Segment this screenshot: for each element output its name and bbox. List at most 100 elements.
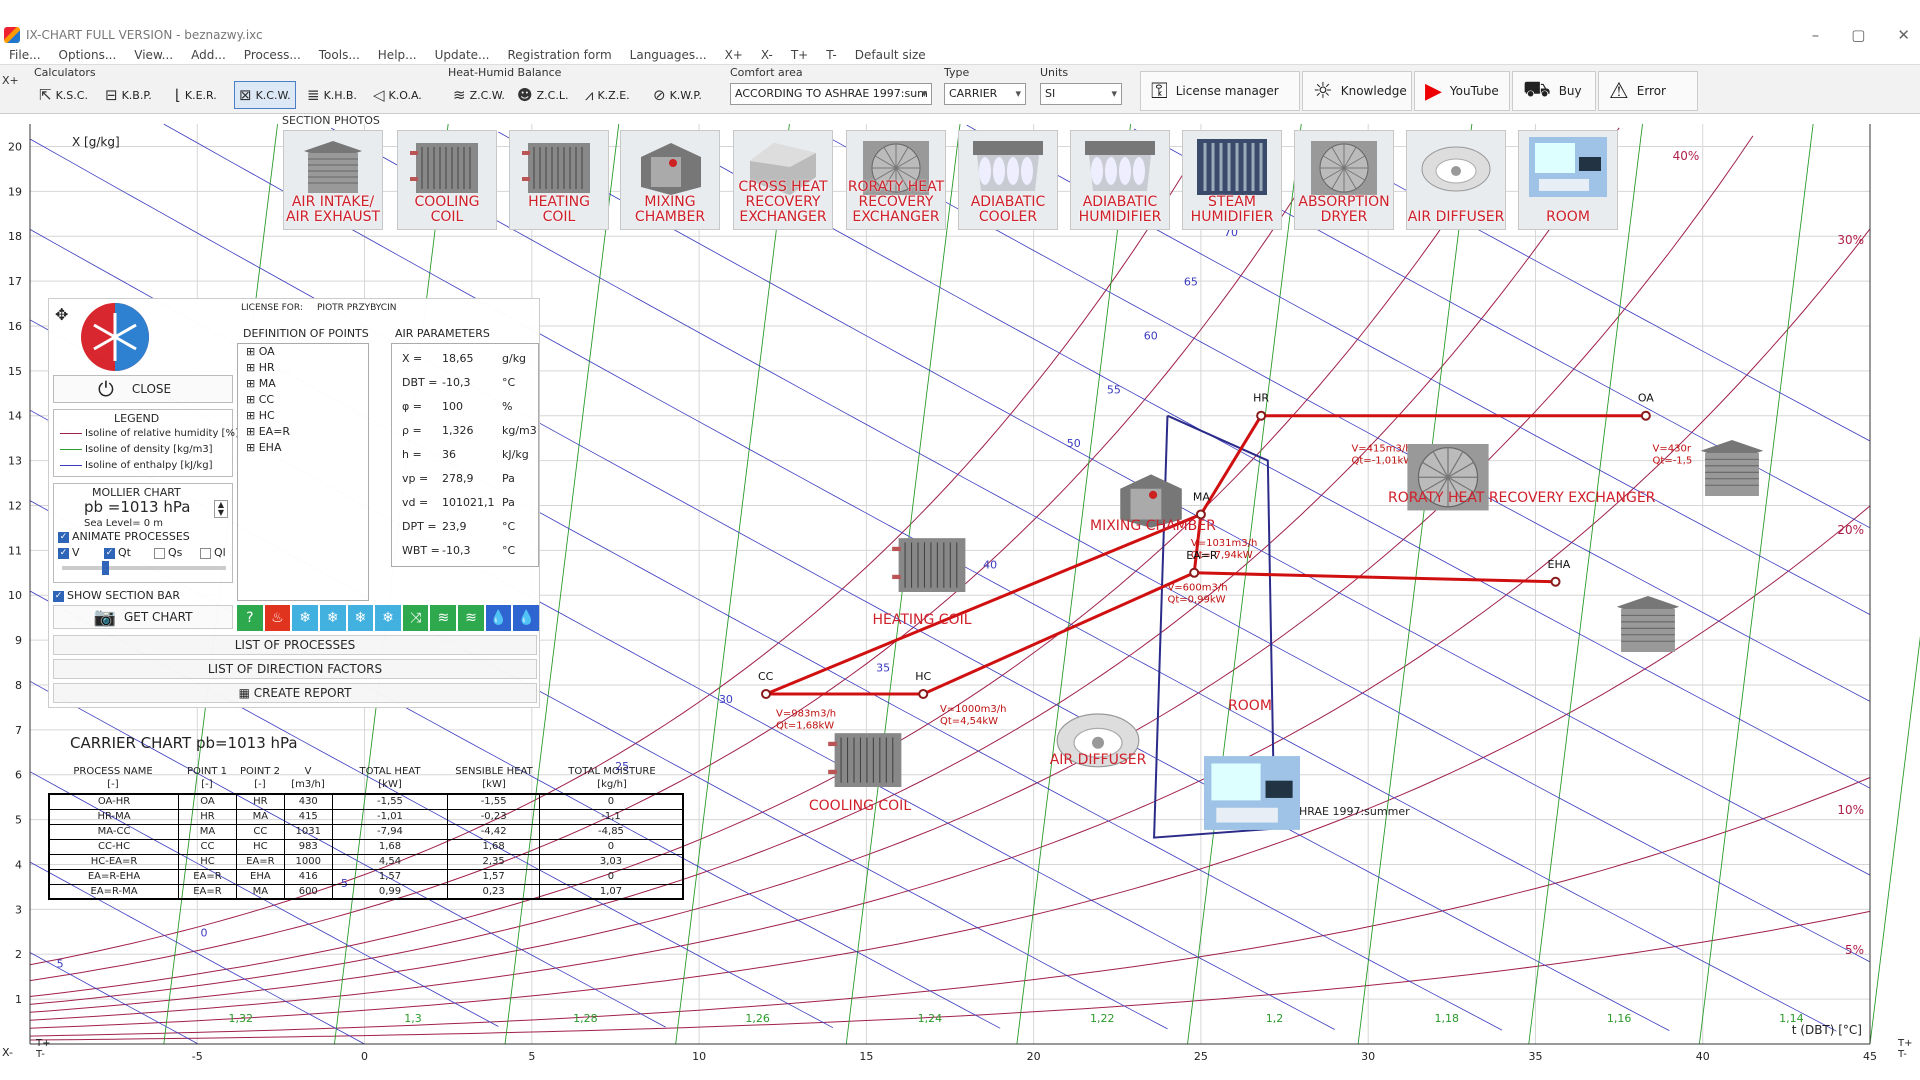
menu-x-plus[interactable]: X+	[716, 46, 752, 64]
youtube-button[interactable]: ▶ YouTube	[1414, 71, 1510, 111]
wave-icon[interactable]: ≋	[430, 605, 457, 631]
tree-item[interactable]: ⊞ MA	[238, 376, 368, 392]
section-photo-2[interactable]: COOLING COIL	[397, 130, 497, 230]
section-photo-8[interactable]: ADIABATIC HUMIDIFIER	[1070, 130, 1170, 230]
heat-zcw-button[interactable]: ≋ Z.C.W.	[448, 81, 510, 109]
corner-t-right-icon[interactable]: T+ T-	[1898, 1038, 1913, 1060]
menu-update[interactable]: Update...	[426, 46, 499, 64]
state-point-cc[interactable]	[761, 688, 771, 699]
menu-registration[interactable]: Registration form	[499, 46, 621, 64]
section-photo-1[interactable]: AIR INTAKE/ AIR EXHAUST	[283, 130, 383, 230]
tree-item[interactable]: ⊞ EHA	[238, 440, 368, 456]
section-photo-10[interactable]: ABSORPTION DRYER	[1294, 130, 1394, 230]
snowflake-icon[interactable]: ❄	[347, 605, 374, 631]
ql-checkbox[interactable]: ✓ Ql	[200, 546, 226, 559]
qs-checkbox[interactable]: ✓ Qs	[154, 546, 182, 559]
section-photo-6[interactable]: RORATY HEAT RECOVERY EXCHANGER	[846, 130, 946, 230]
menu-file[interactable]: File...	[0, 46, 50, 64]
animate-checkbox[interactable]: ✓ ANIMATE PROCESSES	[58, 530, 190, 543]
qt-checkbox[interactable]: ✓ Qt	[104, 546, 131, 559]
droplet-icon[interactable]: 💧	[485, 605, 512, 631]
snowflake-icon[interactable]: ❄	[375, 605, 401, 631]
knowledge-button[interactable]: ☼ Knowledge	[1302, 71, 1412, 111]
menu-add[interactable]: Add...	[182, 46, 235, 64]
menu-t-plus[interactable]: T+	[782, 46, 817, 64]
chart-equipment-rotary[interactable]	[1400, 426, 1496, 526]
create-report-button[interactable]: ▦ CREATE REPORT	[53, 683, 537, 703]
droplet-icon[interactable]: 💧	[513, 605, 540, 631]
tree-item[interactable]: ⊞ OA	[238, 344, 368, 360]
list-processes-button[interactable]: LIST OF PROCESSES	[53, 635, 537, 655]
calc-ker-button[interactable]: ⌊ K.E.R.	[170, 81, 222, 109]
tree-item[interactable]: ⊞ EA=R	[238, 424, 368, 440]
table-row[interactable]: OA-HR OA HR 430 -1,55 -1,55 0	[48, 793, 684, 810]
menu-process[interactable]: Process...	[235, 46, 310, 64]
type-select[interactable]: CARRIER	[944, 83, 1026, 105]
units-select[interactable]: SI	[1040, 83, 1122, 105]
maximize-icon[interactable]: ▢	[1851, 22, 1865, 48]
wave-icon[interactable]: ≋	[458, 605, 484, 631]
state-point-ear[interactable]	[1189, 567, 1200, 578]
table-row[interactable]: EA=R-MA EA=R MA 600 0,99 0,23 1,07	[48, 883, 684, 900]
chart-equipment-hood[interactable]	[1690, 418, 1774, 518]
heat-zcl-button[interactable]: ☻ Z.C.L.	[512, 81, 573, 109]
table-row[interactable]: HR-MA HR MA 415 -1,01 -0,23 -1,1	[48, 808, 684, 825]
close-window-icon[interactable]: ✕	[1897, 22, 1910, 48]
calc-koa-button[interactable]: ◁ K.O.A.	[368, 81, 427, 109]
get-chart-button[interactable]: 📷 GET CHART	[53, 605, 233, 629]
table-row[interactable]: CC-HC CC HC 983 1,68 1,68 0	[48, 838, 684, 855]
menu-help[interactable]: Help...	[369, 46, 426, 64]
move-icon[interactable]: ✥	[55, 305, 68, 324]
calc-kcw-button[interactable]: ⊠ K.C.W.	[234, 81, 296, 109]
heat-kwp-button[interactable]: ⊘ K.W.P.	[648, 81, 707, 109]
chart-equipment-room[interactable]	[1204, 754, 1300, 832]
chart-equipment-hood[interactable]	[1606, 574, 1690, 674]
section-photo-11[interactable]: AIR DIFFUSER	[1406, 130, 1506, 230]
menu-languages[interactable]: Languages...	[621, 46, 716, 64]
table-row[interactable]: HC-EA=R HC EA=R 1000 4,54 2,35 3,03	[48, 853, 684, 870]
chart-equipment-coil[interactable]	[826, 722, 910, 796]
menu-view[interactable]: View...	[125, 46, 182, 64]
tree-item[interactable]: ⊞ CC	[238, 392, 368, 408]
section-photo-4[interactable]: MIXING CHAMBER	[620, 130, 720, 230]
mixing-icon[interactable]: ⤨	[402, 605, 429, 631]
calc-khb-button[interactable]: ≣ K.H.B.	[302, 81, 362, 109]
chart-equipment-coil[interactable]	[890, 528, 974, 600]
help-icon[interactable]: ?	[237, 605, 263, 631]
menu-tools[interactable]: Tools...	[310, 46, 369, 64]
snowflake-icon[interactable]: ❄	[319, 605, 346, 631]
state-point-oa[interactable]	[1640, 410, 1651, 421]
comfort-select[interactable]: ACCORDING TO ASHRAE 1997:sum	[730, 83, 932, 105]
animation-slider[interactable]	[62, 561, 226, 575]
close-button[interactable]: ⏻ CLOSE	[53, 375, 233, 403]
section-photo-3[interactable]: HEATING COIL	[509, 130, 609, 230]
section-photo-9[interactable]: STEAM HUMIDIFIER	[1182, 130, 1282, 230]
corner-x-plus-icon[interactable]: X+	[2, 74, 19, 87]
show-section-checkbox[interactable]: ✓ SHOW SECTION BAR	[53, 589, 180, 602]
corner-x-minus-icon[interactable]: X-	[2, 1046, 13, 1059]
state-point-hc[interactable]	[918, 688, 929, 699]
calc-kbp-button[interactable]: ⊟ K.B.P.	[100, 81, 157, 109]
heat-kze-button[interactable]: ⩘ K.Z.E.	[580, 81, 635, 109]
minimize-icon[interactable]: –	[1812, 22, 1820, 48]
v-checkbox[interactable]: ✓ V	[58, 546, 80, 559]
section-photo-5[interactable]: CROSS HEAT RECOVERY EXCHANGER	[733, 130, 833, 230]
list-direction-factors-button[interactable]: LIST OF DIRECTION FACTORS	[53, 659, 537, 679]
state-point-eha[interactable]	[1550, 576, 1561, 587]
tree-item[interactable]: ⊞ HR	[238, 360, 368, 376]
license-manager-button[interactable]: ⚿ License manager	[1140, 71, 1300, 111]
table-row[interactable]: MA-CC MA CC 1031 -7,94 -4,42 -4,85	[48, 823, 684, 840]
pressure-stepper[interactable]: ▲ ▼	[214, 500, 228, 518]
menu-x-minus[interactable]: X-	[752, 46, 782, 64]
snowflake-icon[interactable]: ❄	[292, 605, 318, 631]
corner-t-icon[interactable]: T+ T-	[36, 1038, 51, 1060]
error-button[interactable]: ⚠ Error	[1598, 71, 1698, 111]
tree-item[interactable]: ⊞ HC	[238, 408, 368, 424]
buy-button[interactable]: ⛟ Buy	[1512, 71, 1596, 111]
menu-t-minus[interactable]: T-	[817, 46, 846, 64]
flame-icon[interactable]: ♨	[264, 605, 291, 631]
menu-default-size[interactable]: Default size	[846, 46, 935, 64]
section-photo-12[interactable]: ROOM	[1518, 130, 1618, 230]
state-point-hr[interactable]	[1256, 410, 1267, 421]
table-row[interactable]: EA=R-EHA EA=R EHA 416 1,57 1,57 0	[48, 868, 684, 885]
